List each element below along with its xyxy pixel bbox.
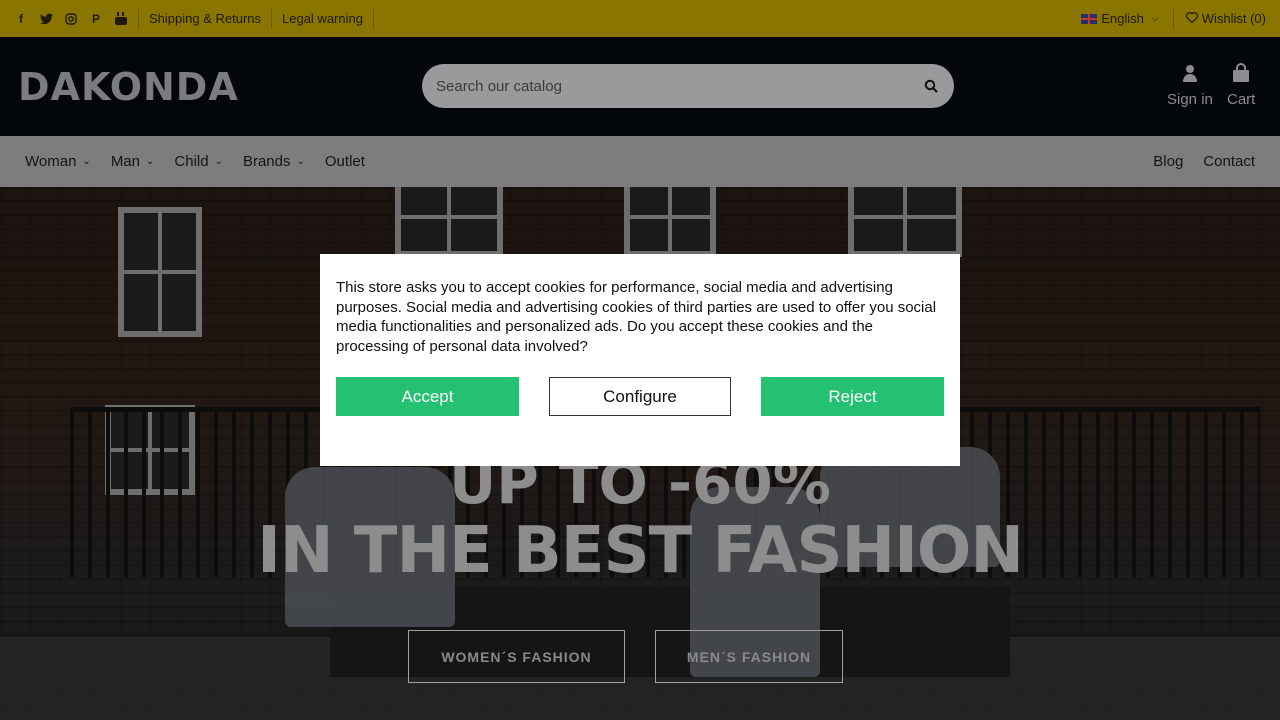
nav-item-label: Outlet [324,153,365,170]
instagram-icon[interactable] [64,12,78,26]
twitter-icon[interactable] [39,12,53,26]
chevron-down-icon: ⌄ [82,156,91,167]
hero-window [395,187,503,257]
womens-fashion-button[interactable]: WOMEN´S FASHION [408,630,625,683]
hero-window [118,207,202,337]
nav-item-man[interactable]: Man ⌄ [111,153,155,170]
sign-in-label: Sign in [1167,91,1213,108]
facebook-icon[interactable]: f [14,12,28,26]
heart-icon [1185,11,1198,26]
nav-item-label: Child [174,153,209,170]
search-icon[interactable] [922,77,940,95]
nav-item-child[interactable]: Child ⌄ [174,153,223,170]
wishlist-link[interactable]: Wishlist (0) [1174,11,1266,26]
youtube-icon[interactable] [114,12,128,26]
shopping-bag-icon [1231,61,1251,85]
language-label: English [1101,11,1144,26]
nav-item-brands[interactable]: Brands ⌄ [243,153,305,170]
search-input[interactable] [436,77,922,95]
main-nav: Woman ⌄ Man ⌄ Child ⌄ Brands ⌄ Outlet Blog C… [0,136,1280,187]
configure-cookies-button[interactable]: Configure [549,377,731,416]
chevron-down-icon: ⌄ [296,156,305,167]
nav-item-contact[interactable]: Contact [1203,153,1255,170]
legal-warning-link[interactable]: Legal warning [272,8,374,29]
language-selector[interactable]: English ⌵ [1081,8,1174,29]
cart-label: Cart [1227,91,1256,108]
nav-item-outlet[interactable]: Outlet [325,153,365,170]
pinterest-icon[interactable]: P [89,12,103,26]
nav-item-woman[interactable]: Woman ⌄ [25,153,91,170]
hero-headline-line2: IN THE BEST FASHION [257,514,1024,588]
uk-flag-icon [1081,13,1098,24]
chevron-down-icon: ⌄ [146,156,155,167]
chevron-down-icon: ⌵ [1151,13,1159,23]
nav-item-label: Woman [25,153,77,170]
nav-item-label: Man [110,153,140,170]
accept-cookies-button[interactable]: Accept [336,377,519,416]
chevron-down-icon: ⌄ [214,156,223,167]
cart-button[interactable]: Cart [1227,61,1255,108]
nav-item-blog[interactable]: Blog [1153,153,1183,170]
shipping-returns-link[interactable]: Shipping & Returns [139,8,273,29]
top-bar: f P Shipping & Returns Legal warning Eng… [0,0,1280,37]
hero-window [624,187,716,257]
search-bar [422,64,954,108]
site-header: DAKONDA Sign in Cart [0,37,1280,136]
site-logo[interactable]: DAKONDA [18,65,239,109]
mens-fashion-button[interactable]: MEN´S FASHION [655,630,843,683]
social-links: f P [14,8,139,29]
nav-item-label: Brands [242,153,291,170]
reject-cookies-button[interactable]: Reject [761,377,944,416]
cookie-consent-modal: This store asks you to accept cookies fo… [320,254,960,466]
wishlist-label: Wishlist (0) [1201,11,1266,26]
cookie-consent-text: This store asks you to accept cookies fo… [336,279,937,356]
sign-in-button[interactable]: Sign in [1167,61,1213,108]
user-icon [1182,61,1198,85]
hero-window [848,187,962,257]
